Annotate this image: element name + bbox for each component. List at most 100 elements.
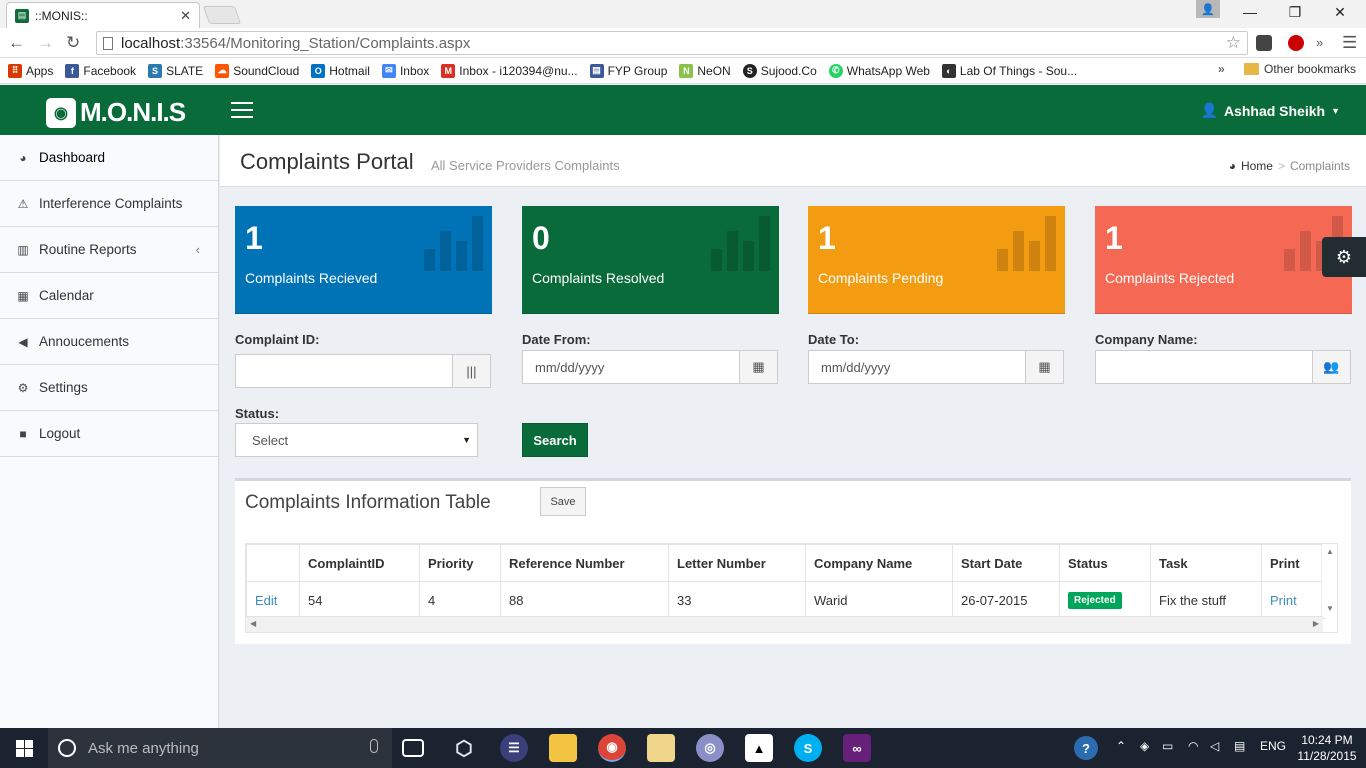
status-select[interactable]: Select ▼ [235, 423, 478, 457]
sidebar-item-routine-reports[interactable]: ▥ Routine Reports ‹ [0, 227, 218, 273]
user-menu[interactable]: 👤 Ashhad Sheikh ▼ [1201, 102, 1341, 119]
sidebar-item-settings[interactable]: ⚙ Settings [0, 365, 218, 411]
browser-tab[interactable]: ▤ ::MONIS:: ✕ [6, 2, 200, 28]
chrome-icon[interactable]: ◉ [598, 734, 626, 762]
slate-icon: S [148, 63, 163, 78]
col-header-reference-number[interactable]: Reference Number [500, 544, 669, 582]
stat-box-received[interactable]: 1 Complaints Recieved [235, 206, 492, 314]
close-tab-icon[interactable]: ✕ [180, 8, 191, 24]
adblock-icon[interactable] [1288, 35, 1304, 51]
battery-icon[interactable]: ▭ [1162, 739, 1173, 753]
date-from-input[interactable] [523, 351, 739, 383]
bookmark-apps[interactable]: ⠿ Apps [8, 63, 53, 78]
col-header-start-date[interactable]: Start Date [952, 544, 1060, 582]
complaints-table-box: Complaints Information Table Save Compla… [235, 478, 1351, 644]
col-header-complaint-id[interactable]: ComplaintID [299, 544, 420, 582]
minimize-icon[interactable]: — [1240, 4, 1260, 20]
bookmarks-bar: ⠿ Apps f Facebook S SLATE ☁ SoundCloud O Hotm… [0, 58, 1366, 84]
system-clock[interactable]: 10:24 PM 11/28/2015 [1296, 732, 1358, 764]
bookmark-sujood[interactable]: S Sujood.Co [742, 63, 817, 78]
torrent-icon[interactable]: ◎ [696, 734, 724, 762]
new-tab-button[interactable] [202, 6, 242, 24]
col-header-task[interactable]: Task [1150, 544, 1262, 582]
chrome-menu-icon[interactable]: ☰ [1342, 33, 1357, 53]
back-icon[interactable]: ← [8, 33, 25, 53]
date-from-label: Date From: [522, 332, 591, 347]
extension-icon[interactable] [1256, 35, 1272, 51]
bookmark-gmail[interactable]: M Inbox - i120394@nu... [441, 63, 578, 78]
virtualbox-icon[interactable]: ⬡ [450, 734, 478, 762]
stat-box-rejected[interactable]: 1 Complaints Rejected [1095, 206, 1352, 314]
reload-icon[interactable]: ↻ [66, 33, 80, 53]
scroll-down-icon[interactable]: ▼ [1326, 604, 1334, 613]
microphone-icon[interactable] [370, 739, 378, 753]
photos-icon[interactable]: ▲ [745, 734, 773, 762]
search-button[interactable]: Search [522, 423, 588, 457]
stat-box-resolved[interactable]: 0 Complaints Resolved [522, 206, 779, 314]
sidebar-item-calendar[interactable]: ▦ Calendar [0, 273, 218, 319]
bookmark-whatsapp[interactable]: ✆ WhatsApp Web [828, 63, 930, 78]
cortana-search[interactable]: Ask me anything [48, 728, 392, 768]
language-indicator[interactable]: ENG [1260, 739, 1286, 753]
bookmark-soundcloud[interactable]: ☁ SoundCloud [215, 63, 299, 78]
profile-icon[interactable]: 👤 [1196, 0, 1220, 18]
sidebar-item-dashboard[interactable]: ◕ Dashboard [0, 135, 218, 181]
control-sidebar-gear-icon[interactable]: ⚙ [1322, 237, 1366, 277]
sidebar-item-annoucements[interactable]: ◀ Annoucements [0, 319, 218, 365]
bookmark-neon[interactable]: N NeON [679, 63, 731, 78]
file-explorer-icon[interactable] [549, 734, 577, 762]
scroll-right-icon[interactable]: ▶ [1313, 619, 1319, 628]
edit-link[interactable]: Edit [255, 593, 277, 608]
company-name-input[interactable] [1096, 351, 1312, 383]
sidebar-toggle-icon[interactable] [231, 102, 253, 118]
print-link[interactable]: Print [1270, 593, 1297, 608]
url-bar[interactable]: localhost:33564/Monitoring_Station/Compl… [96, 31, 1248, 55]
bookmark-facebook[interactable]: f Facebook [65, 63, 136, 78]
sidebar-item-interference-complaints[interactable]: ⚠ Interference Complaints [0, 181, 218, 227]
save-button[interactable]: Save [540, 487, 586, 516]
scroll-up-icon[interactable]: ▲ [1326, 547, 1334, 556]
users-icon: 👥 [1312, 351, 1350, 383]
wifi-icon[interactable]: ◠ [1188, 739, 1198, 753]
bookmark-fyp-group[interactable]: ▤ FYP Group [589, 63, 667, 78]
bookmark-slate[interactable]: S SLATE [148, 63, 203, 78]
show-hidden-icons-icon[interactable]: ⌃ [1116, 739, 1126, 753]
bookmark-hotmail[interactable]: O Hotmail [311, 63, 370, 78]
app-logo[interactable]: ◉ M.O.N.I.S [46, 97, 186, 128]
extensions-more-icon[interactable]: » [1316, 35, 1323, 50]
restore-icon[interactable]: ❐ [1285, 4, 1305, 21]
action-center-icon[interactable]: ▤ [1234, 739, 1245, 753]
complaint-id-input[interactable] [236, 355, 452, 387]
col-header-letter-number[interactable]: Letter Number [668, 544, 806, 582]
calendar-icon[interactable]: ▦ [1025, 351, 1063, 383]
bookmark-star-icon[interactable]: ☆ [1226, 33, 1241, 53]
col-header-status[interactable]: Status [1059, 544, 1151, 582]
visual-studio-icon[interactable]: ∞ [843, 734, 871, 762]
close-window-icon[interactable]: ✕ [1330, 4, 1350, 21]
inbox-icon: ✉ [381, 63, 396, 78]
forward-icon[interactable]: → [37, 33, 54, 53]
scroll-left-icon[interactable]: ◀ [250, 619, 256, 628]
folder-icon[interactable] [647, 734, 675, 762]
sidebar-item-logout[interactable]: ■ Logout [0, 411, 218, 457]
other-bookmarks[interactable]: Other bookmarks [1244, 62, 1356, 76]
horizontal-scrollbar[interactable]: ◀ ▶ [246, 616, 1323, 632]
date-to-input[interactable] [809, 351, 1025, 383]
bookmark-inbox[interactable]: ✉ Inbox [381, 63, 429, 78]
table-scroll-area[interactable]: ComplaintID Priority Reference Number Le… [245, 543, 1338, 633]
stat-box-pending[interactable]: 1 Complaints Pending [808, 206, 1065, 314]
eclipse-icon[interactable]: ☰ [500, 734, 528, 762]
col-header-company-name[interactable]: Company Name [805, 544, 953, 582]
help-icon[interactable]: ? [1074, 736, 1098, 760]
col-header-priority[interactable]: Priority [419, 544, 501, 582]
task-view-icon[interactable] [402, 739, 424, 757]
vertical-scrollbar[interactable]: ▲ ▼ [1321, 544, 1337, 618]
breadcrumb-home[interactable]: Home [1241, 159, 1273, 173]
volume-icon[interactable]: ◁ [1210, 739, 1219, 753]
start-button[interactable] [0, 728, 48, 768]
calendar-icon[interactable]: ▦ [739, 351, 777, 383]
skype-icon[interactable]: S [794, 734, 822, 762]
dropbox-icon[interactable]: ◈ [1140, 739, 1149, 753]
bookmarks-more-icon[interactable]: » [1218, 62, 1225, 76]
bookmark-lab-of-things[interactable]: ◐ Lab Of Things - Sou... [941, 63, 1077, 78]
